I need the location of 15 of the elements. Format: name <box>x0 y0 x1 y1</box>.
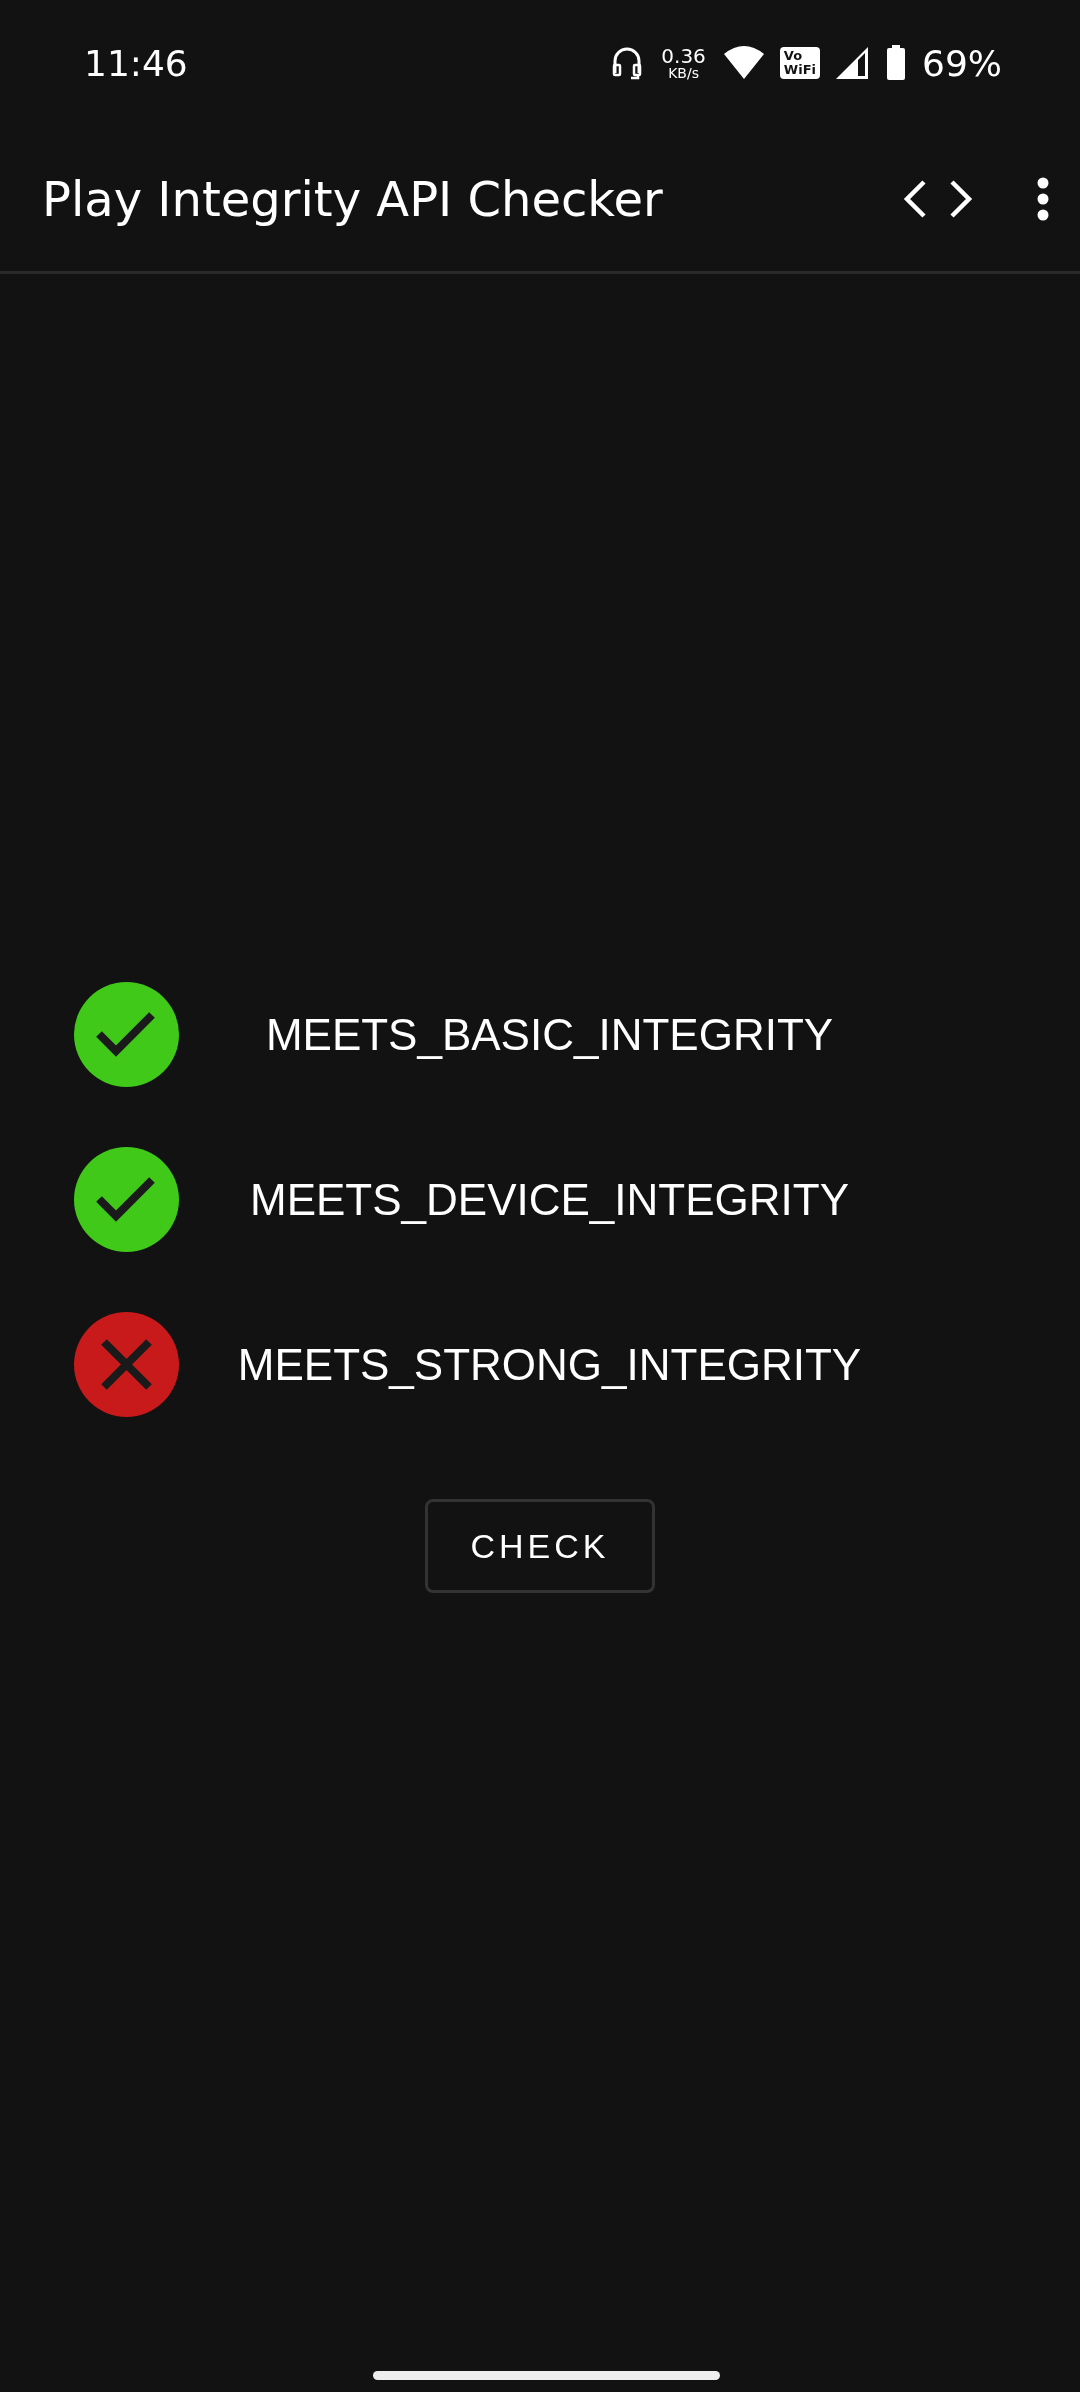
integrity-label: MEETS_DEVICE_INTEGRITY <box>249 1174 850 1225</box>
signal-icon <box>836 46 870 80</box>
app-title: Play Integrity API Checker <box>42 170 664 227</box>
vowifi-badge: Vo WiFi <box>779 47 820 79</box>
wifi-icon <box>723 46 764 80</box>
more-options-icon[interactable] <box>1036 176 1050 221</box>
integrity-label: MEETS_BASIC_INTEGRITY <box>264 1009 835 1060</box>
integrity-label: MEETS_STRONG_INTEGRITY <box>236 1339 863 1390</box>
status-time: 11:46 <box>84 42 188 84</box>
battery-icon <box>886 45 906 81</box>
battery-percent: 69% <box>922 42 1002 84</box>
network-speed: 0.36 <box>661 46 706 66</box>
check-button[interactable]: CHECK <box>425 1499 655 1593</box>
headphones-icon <box>611 45 644 81</box>
speed-unit: KB/s <box>668 66 699 80</box>
